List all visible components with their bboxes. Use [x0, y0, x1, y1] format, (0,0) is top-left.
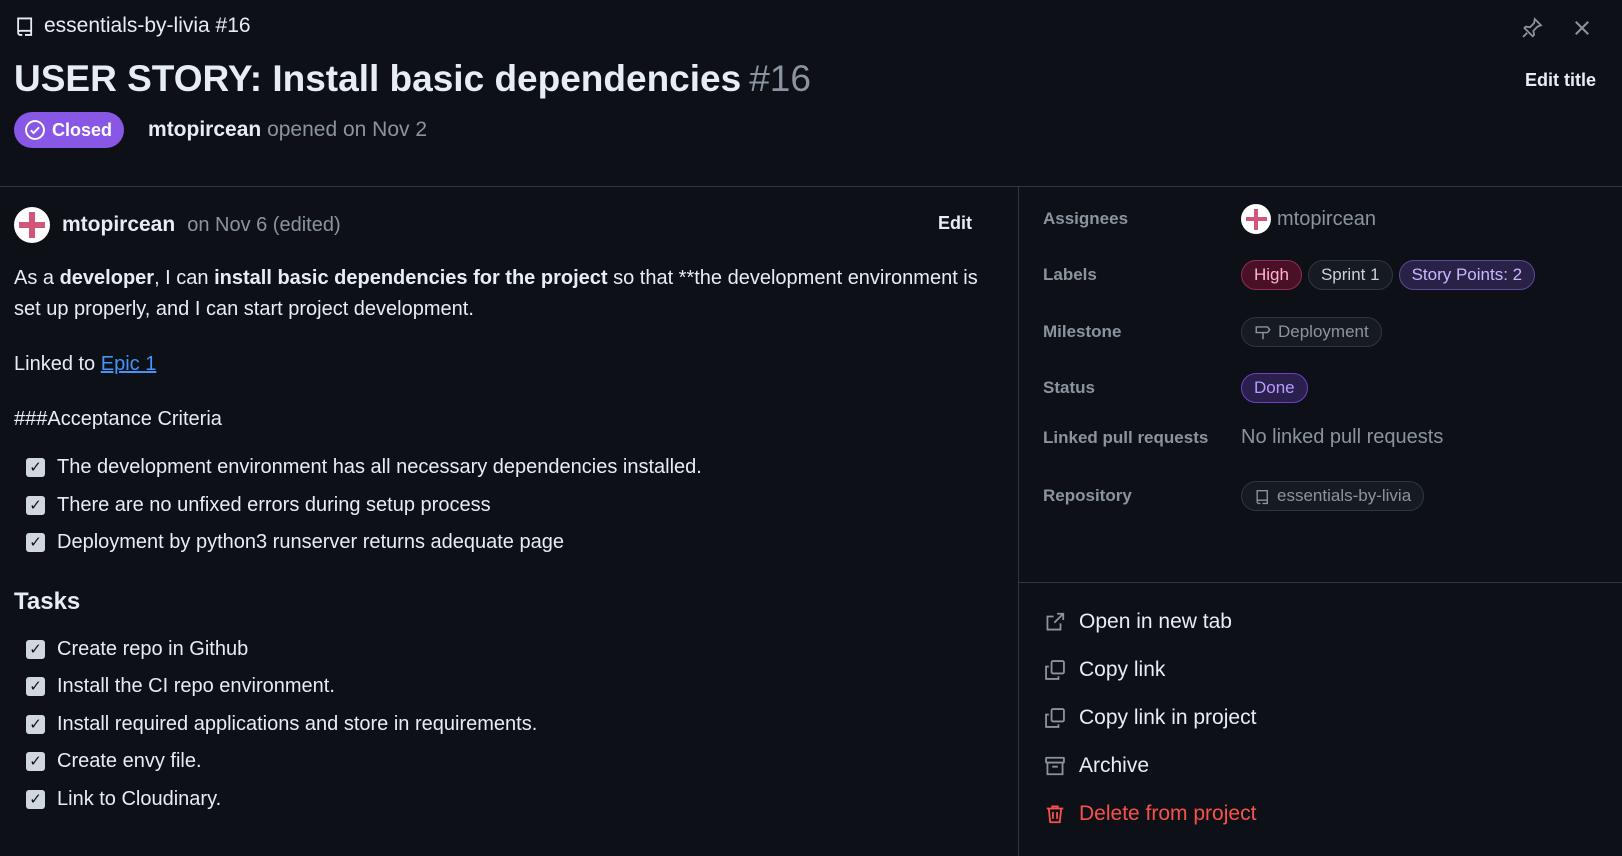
list-item: ✓ Deployment by python3 runserver returns…	[26, 524, 989, 562]
comment-header: mtopircean on Nov 6 (edited)	[14, 207, 341, 243]
linked-prs-field: Linked pull requests No linked pull requ…	[1043, 426, 1443, 449]
copy-link-in-project-button[interactable]: Copy link in project	[1043, 694, 1256, 742]
list-item: ✓ Install required applications and store…	[26, 706, 989, 744]
issue-sidebar: Assignees mtopircean Labels High Sprint …	[1019, 187, 1622, 856]
repo-reference-text: essentials-by-livia #16	[44, 14, 251, 37]
issue-body: mtopircean on Nov 6 (edited) Edit As a d…	[0, 187, 1018, 856]
issue-author[interactable]: mtopircean	[148, 118, 261, 141]
labels-label: Labels	[1043, 265, 1097, 284]
status-label: Status	[1043, 378, 1095, 397]
tasks-list: ✓ Create repo in Github ✓ Install the CI r…	[14, 631, 989, 819]
assignee-name[interactable]: mtopircean	[1277, 208, 1376, 231]
edit-title-button[interactable]: Edit title	[1525, 70, 1596, 91]
checkbox[interactable]: ✓	[26, 495, 45, 515]
delete-from-project-button[interactable]: Delete from project	[1043, 790, 1256, 838]
checkbox[interactable]: ✓	[26, 458, 45, 478]
opened-info: mtopircean opened on Nov 2	[148, 118, 427, 142]
repository-pill[interactable]: essentials-by-livia	[1241, 481, 1425, 511]
tasks-heading: Tasks	[14, 587, 81, 615]
list-item: ✓ Install the CI repo environment.	[26, 668, 989, 706]
labels-field[interactable]: Labels High Sprint 1 Story Points: 2	[1043, 260, 1541, 290]
avatar	[1241, 204, 1271, 234]
label-high[interactable]: High	[1241, 260, 1302, 290]
status-badge-label: Closed	[52, 119, 113, 140]
list-item: ✓ Link to Cloudinary.	[26, 781, 989, 819]
checkbox[interactable]: ✓	[26, 789, 45, 809]
milestone-pill[interactable]: Deployment	[1241, 317, 1382, 347]
issue-title-text: USER STORY: Install basic dependencies	[14, 58, 742, 99]
checkbox[interactable]: ✓	[26, 714, 45, 734]
list-item: ✓ Create envy file.	[26, 743, 989, 781]
repo-reference[interactable]: essentials-by-livia #16	[14, 14, 251, 38]
repo-icon	[17, 17, 33, 36]
comment-date[interactable]: on Nov 6 (edited)	[187, 214, 340, 237]
issue-number: #16	[749, 58, 811, 99]
opened-date: opened on Nov 2	[267, 118, 428, 141]
milestone-label: Milestone	[1043, 322, 1122, 341]
linked-paragraph: Linked to Epic 1	[14, 353, 157, 375]
pin-icon[interactable]	[1518, 14, 1546, 42]
copy-link-button[interactable]: Copy link	[1043, 646, 1256, 694]
linked-prs-value: No linked pull requests	[1241, 426, 1444, 448]
copy-icon	[1043, 658, 1067, 682]
comment-author[interactable]: mtopircean	[62, 213, 175, 237]
open-in-new-tab-button[interactable]: Open in new tab	[1043, 598, 1256, 646]
status-field[interactable]: Status Done	[1043, 373, 1314, 403]
assignees-label: Assignees	[1043, 209, 1129, 228]
list-item: ✓ There are no unfixed errors during setu…	[26, 487, 989, 525]
assignees-field[interactable]: Assignees mtopircean	[1043, 204, 1376, 234]
close-icon[interactable]	[1568, 14, 1596, 42]
sidebar-divider	[1019, 582, 1622, 583]
story-paragraph: As a developer, I can install basic depe…	[14, 267, 978, 320]
external-link-icon	[1043, 610, 1067, 634]
list-item: ✓ Create repo in Github	[26, 631, 989, 669]
issue-header: essentials-by-livia #16 USER STORY: Inst…	[0, 0, 1622, 186]
checkbox[interactable]: ✓	[26, 533, 45, 553]
item-actions: Open in new tab Copy link Copy link in p…	[1043, 598, 1256, 838]
milestone-icon	[1255, 326, 1271, 340]
checkbox[interactable]: ✓	[26, 752, 45, 772]
status-done-pill[interactable]: Done	[1241, 373, 1308, 403]
issue-title: USER STORY: Install basic dependencies #1…	[14, 58, 811, 100]
checkbox[interactable]: ✓	[26, 677, 45, 697]
label-sprint[interactable]: Sprint 1	[1307, 260, 1393, 290]
avatar[interactable]	[14, 207, 50, 243]
epic-link[interactable]: Epic 1	[101, 353, 157, 375]
label-story-points[interactable]: Story Points: 2	[1398, 260, 1536, 290]
edit-comment-button[interactable]: Edit	[938, 213, 972, 234]
copy-icon	[1043, 706, 1067, 730]
repository-field[interactable]: Repository essentials-by-livia	[1043, 481, 1430, 511]
milestone-field[interactable]: Milestone Deployment	[1043, 317, 1388, 347]
check-circle-icon	[25, 120, 45, 140]
linked-prs-label: Linked pull requests	[1043, 427, 1209, 447]
trash-icon	[1043, 802, 1067, 826]
list-item: ✓ The development environment has all nec…	[26, 449, 989, 487]
criteria-list: ✓ The development environment has all nec…	[14, 449, 989, 562]
status-badge: Closed	[14, 112, 125, 148]
archive-icon	[1043, 754, 1067, 778]
repository-label: Repository	[1043, 486, 1132, 505]
comment-body: As a developer, I can install basic depe…	[14, 263, 989, 818]
checkbox[interactable]: ✓	[26, 639, 45, 659]
acceptance-heading: ###Acceptance Criteria	[14, 408, 222, 430]
archive-button[interactable]: Archive	[1043, 742, 1256, 790]
repo-icon	[1256, 489, 1268, 504]
